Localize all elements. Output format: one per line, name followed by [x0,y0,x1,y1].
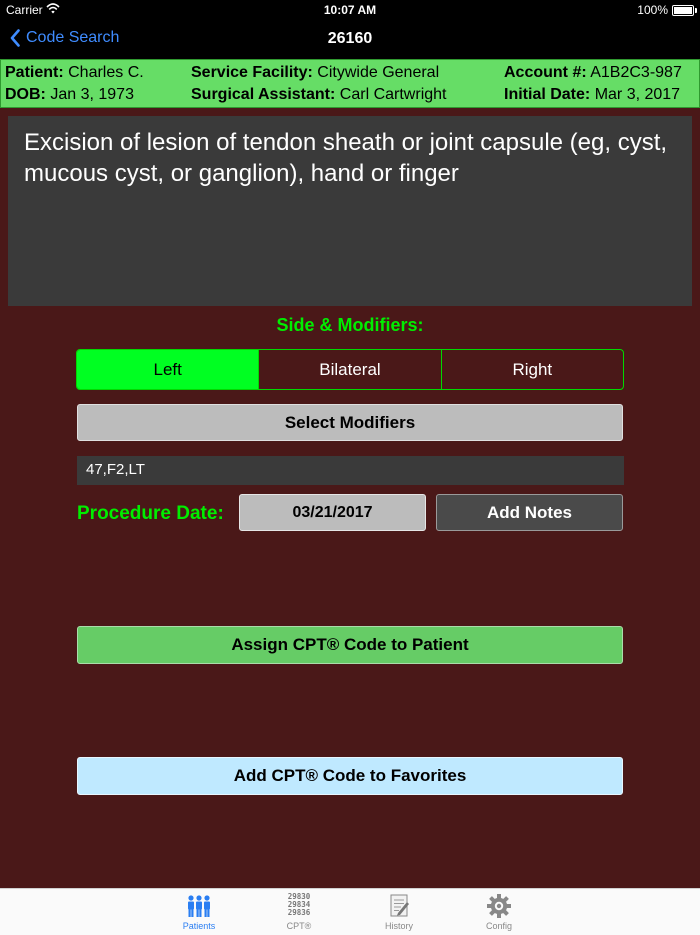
modifiers-value: 47,F2,LT [86,461,145,478]
side-modifiers-heading: Side & Modifiers: [276,315,424,335]
procedure-date-label: Procedure Date: [77,503,224,524]
history-icon [390,894,409,917]
clock: 10:07 AM [323,3,377,17]
gear-icon [487,894,511,918]
surgical-assistant: Surgical Assistant: Carl Cartwright [191,86,447,103]
code-description: Excision of lesion of tendon sheath or j… [24,129,668,187]
side-option-bilateral[interactable]: Bilateral [258,350,440,389]
tab-config[interactable]: Config [459,889,539,935]
procedure-date-button[interactable]: 03/21/2017 [239,494,426,531]
battery-percent: 100% [637,3,668,17]
cpt-codes-icon: 29830 29834 29836 [287,892,311,917]
code-description-panel: Excision of lesion of tendon sheath or j… [8,116,692,306]
status-bar: Carrier 10:07 AM 100% [0,0,700,20]
tab-label: Patients [182,921,216,931]
add-favorites-button[interactable]: Add CPT® Code to Favorites [77,757,623,795]
patients-icon [188,895,210,917]
assign-code-button[interactable]: Assign CPT® Code to Patient [77,626,623,664]
tab-history[interactable]: History [359,889,439,935]
patient-info-bar: Patient: Charles C. DOB: Jan 3, 1973 Ser… [0,59,700,108]
initial-date: Initial Date: Mar 3, 2017 [504,86,681,103]
side-segmented-control: Left Bilateral Right [76,349,624,390]
service-facility: Service Facility: Citywide General [191,64,440,81]
modifiers-field[interactable]: 47,F2,LT [77,456,624,485]
navigation-bar: Code Search 26160 [0,20,700,59]
battery-icon [672,5,697,16]
tab-patients[interactable]: Patients [159,889,239,935]
tab-label: History [384,921,413,931]
patient-dob: DOB: Jan 3, 1973 [5,86,134,103]
tab-cpt[interactable]: 29830 29834 29836 CPT® [259,889,339,935]
tab-bar: Patients 29830 29834 29836 CPT® History [0,888,700,935]
page-title: 26160 [327,30,373,47]
select-modifiers-button[interactable]: Select Modifiers [77,404,623,441]
tab-label: Config [485,921,512,931]
side-option-right[interactable]: Right [440,350,623,389]
patient-name: Patient: Charles C. [5,64,144,81]
account-number: Account #: A1B2C3-987 [504,64,682,81]
tab-label: CPT® [286,921,312,931]
add-notes-button[interactable]: Add Notes [436,494,623,531]
side-option-left[interactable]: Left [77,350,259,389]
